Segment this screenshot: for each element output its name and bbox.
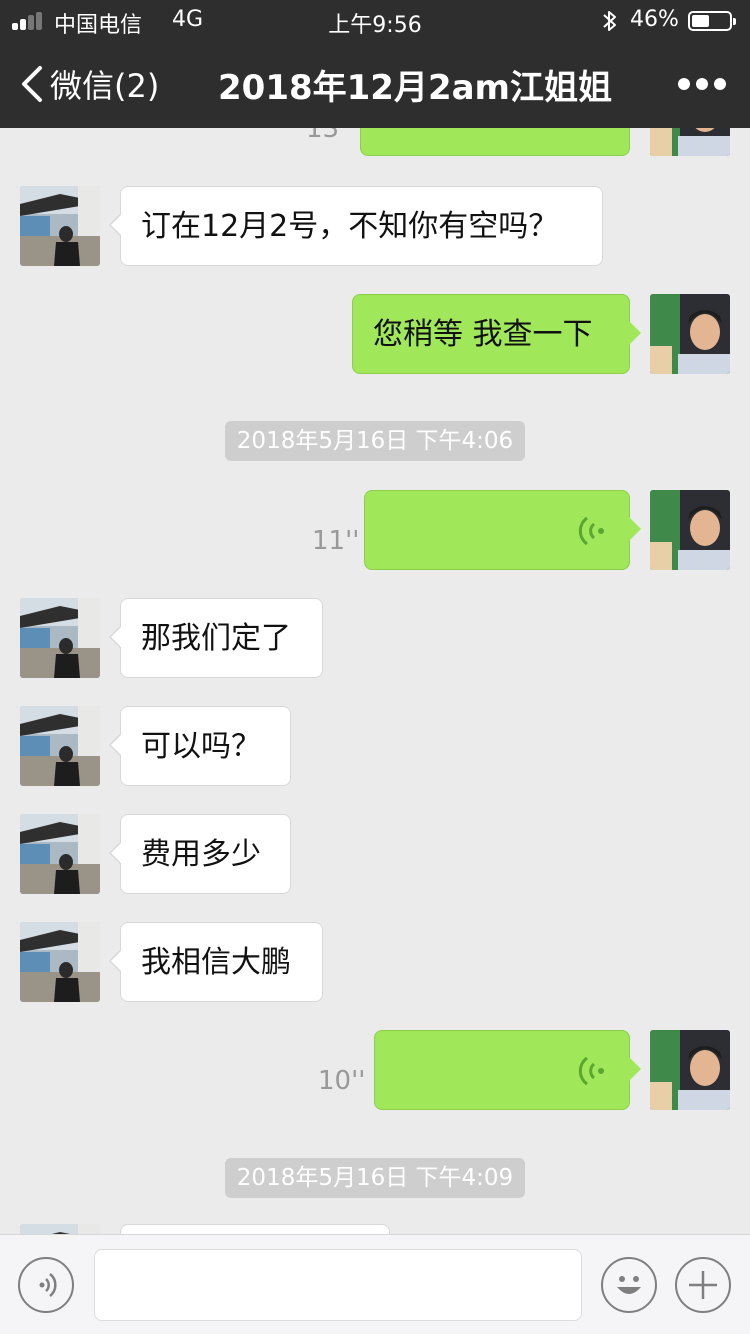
message-bubble[interactable]: 您稍等 我查一下: [352, 294, 641, 374]
input-bar: [0, 1234, 750, 1334]
voice-message-bubble[interactable]: [360, 128, 630, 156]
emoji-icon[interactable]: [601, 1257, 657, 1313]
message-bubble[interactable]: 可以吗？: [109, 706, 291, 786]
message-bubble[interactable]: 那我们定了: [109, 598, 323, 678]
avatar-contact[interactable]: [20, 922, 100, 1002]
chat-list[interactable]: 13'' 订在12月2号，不知你有空吗？ 您稍等 我查一下 2018年5月16日…: [0, 128, 750, 1234]
timestamp: 2018年5月16日 下午4:09: [225, 1158, 525, 1198]
voice-duration: 10'': [318, 1066, 366, 1096]
avatar-self[interactable]: [650, 490, 730, 570]
plus-icon[interactable]: [675, 1257, 731, 1313]
avatar-contact[interactable]: [20, 1224, 100, 1234]
voice-message-bubble[interactable]: [364, 490, 641, 570]
timestamp: 2018年5月16日 下午4:06: [225, 421, 525, 461]
voice-duration: 13'': [306, 128, 354, 144]
chat-title: 2018年12月2am江姐姐: [218, 68, 612, 108]
avatar-contact[interactable]: [20, 186, 100, 266]
voice-icon[interactable]: [18, 1257, 74, 1313]
battery-level: [692, 15, 709, 27]
back-label: 微信(2): [50, 67, 160, 105]
avatar-self[interactable]: [650, 294, 730, 374]
avatar-self[interactable]: [650, 1030, 730, 1110]
voice-message-bubble[interactable]: [374, 1030, 641, 1110]
message-bubble[interactable]: 我相信大鹏: [109, 922, 323, 1002]
chevron-left-icon: [22, 66, 42, 102]
avatar-contact[interactable]: [20, 598, 100, 678]
message-bubble[interactable]: 费用多少: [109, 814, 291, 894]
bluetooth-icon: [603, 11, 616, 31]
top-bar: 中国电信 4G 上午9:56 46% 微信(2) 2018年12月2am江姐姐: [0, 0, 750, 128]
more-dots-icon[interactable]: [674, 74, 730, 94]
message-bubble[interactable]: [120, 1224, 390, 1234]
avatar-self[interactable]: [650, 128, 730, 156]
message-bubble[interactable]: 订在12月2号，不知你有空吗？: [109, 186, 603, 266]
nav-bar: 微信(2) 2018年12月2am江姐姐: [0, 40, 750, 128]
battery-percent: 46%: [630, 7, 679, 32]
message-input[interactable]: [94, 1249, 582, 1321]
voice-duration: 11'': [312, 526, 360, 556]
voice-wave-icon: [578, 1056, 604, 1086]
back-button[interactable]: 微信(2): [20, 62, 159, 106]
avatar-contact[interactable]: [20, 706, 100, 786]
status-bar: 中国电信 4G 上午9:56 46%: [0, 0, 750, 40]
voice-wave-icon: [578, 516, 604, 546]
battery-icon: [688, 11, 736, 31]
avatar-contact[interactable]: [20, 814, 100, 894]
